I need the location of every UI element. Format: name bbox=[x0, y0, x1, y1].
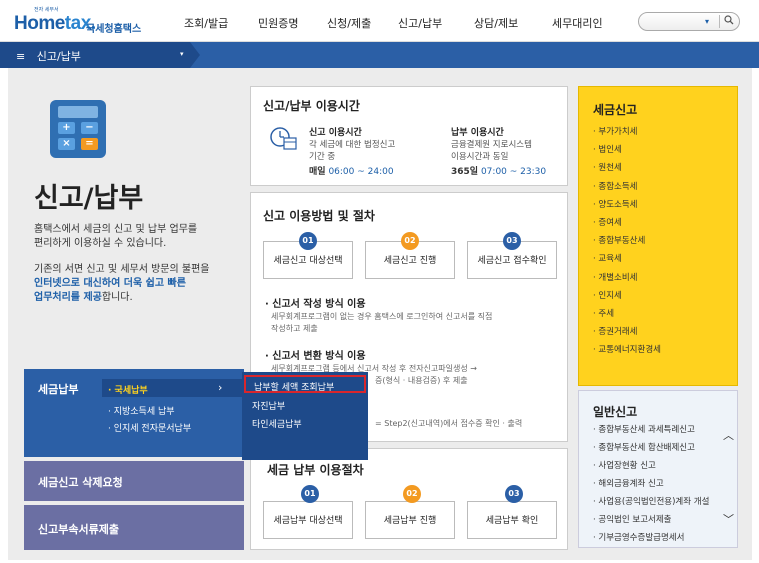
tax-report-item-excise[interactable]: · 개별소비세 bbox=[593, 271, 661, 289]
method-write-desc-2: 작성하고 제출 bbox=[271, 324, 318, 333]
submenu-other-payment[interactable]: 타인세금납부 bbox=[252, 417, 302, 430]
report-hours-desc-2: 기간 중 bbox=[309, 152, 336, 162]
step-number-badge: 01 bbox=[299, 232, 317, 250]
national-tax-submenu: 납부할 세액 조회납부 자진납부 타인세금납부 bbox=[242, 372, 368, 460]
method-write-title: · 신고서 작성 방식 이용 bbox=[265, 299, 366, 310]
tax-report-item-withholding[interactable]: · 원천세 bbox=[593, 161, 661, 179]
method-write-desc-1: 세무회계프로그램이 없는 경우 홈택스에 로그인하여 신고서를 직접 bbox=[271, 312, 493, 321]
method-convert-desc-2: 증(형식 · 내용검증) 후 제출 bbox=[375, 376, 468, 385]
step-number-badge: 03 bbox=[505, 485, 523, 503]
gnb-tax-agent[interactable]: 세무대리인 bbox=[552, 15, 603, 31]
payment-hours-desc-2: 이용시간과 동일 bbox=[451, 152, 509, 162]
tax-report-title: 세금신고 bbox=[593, 103, 638, 117]
tax-payment-title: 세금납부 bbox=[38, 383, 79, 396]
chevron-down-icon: ▾ bbox=[180, 50, 184, 58]
pay-step-select-target-button[interactable]: 세금납부 대상선택 bbox=[263, 501, 353, 539]
chevron-right-icon: › bbox=[218, 381, 223, 394]
tax-report-item-income[interactable]: · 종합소득세 bbox=[593, 180, 661, 198]
general-report-title: 일반신고 bbox=[593, 405, 638, 419]
step-number-badge: 02 bbox=[401, 232, 419, 250]
gnb-civil-certificate[interactable]: 민원증명 bbox=[258, 15, 298, 31]
section-selector[interactable]: ≡ 신고/납부 ▾ bbox=[0, 42, 200, 68]
general-report-panel: 일반신고 · 종합부동산세 과세특례신고 · 종합부동산세 합산배제신고 · 사… bbox=[578, 390, 738, 548]
tax-payment-menu: 세금납부 · 국세납부 › · 지방소득세 납부 · 인지세 전자문서납부 bbox=[24, 369, 244, 457]
page-title: 신고/납부 bbox=[34, 183, 144, 214]
tax-report-item-transfer[interactable]: · 양도소득세 bbox=[593, 198, 661, 216]
delete-request-menu[interactable]: 세금신고 삭제요청 bbox=[24, 461, 244, 501]
gnb-apply-submit[interactable]: 신청/제출 bbox=[327, 15, 371, 31]
tax-report-item-education[interactable]: · 교육세 bbox=[593, 252, 661, 270]
general-report-item[interactable]: · 기부금영수증발급명세서 bbox=[593, 531, 709, 547]
general-report-item[interactable]: · 사업용(공익법인전용)계좌 개설 bbox=[593, 495, 709, 513]
report-hours-time: 매일 06:00 ~ 24:00 bbox=[309, 167, 394, 177]
tax-report-item-stamp[interactable]: · 인지세 bbox=[593, 289, 661, 307]
chevron-up-icon[interactable]: ︿ bbox=[723, 427, 734, 443]
tax-report-item-gift[interactable]: · 증여세 bbox=[593, 216, 661, 234]
pay-step-progress-button[interactable]: 세금납부 진행 bbox=[365, 501, 455, 539]
logo-tagline: 전자 세무서 bbox=[34, 7, 59, 13]
section-label: 신고/납부 bbox=[36, 50, 81, 63]
intro-text-4: 인터넷으로 대신하여 더욱 쉽고 빠른 bbox=[34, 278, 186, 289]
menu-item-local-income-tax[interactable]: · 지방소득세 납부 bbox=[108, 404, 175, 417]
menu-item-stamp-tax-e-doc[interactable]: · 인지세 전자문서납부 bbox=[108, 421, 191, 434]
submenu-inquiry-payment[interactable]: 납부할 세액 조회납부 bbox=[254, 380, 334, 393]
tax-report-panel: 세금신고 · 부가가치세 · 법인세 · 원천세 · 종합소득세 · 양도소득세… bbox=[578, 86, 738, 386]
general-report-item[interactable]: · 해외금융계좌 신고 bbox=[593, 477, 709, 495]
general-report-item[interactable]: · 종합부동산세 과세특례신고 bbox=[593, 423, 709, 441]
general-report-item[interactable]: · 종합부동산세 합산배제신고 bbox=[593, 441, 709, 459]
payment-hours-time: 365일 07:00 ~ 23:30 bbox=[451, 167, 547, 177]
tax-report-item-securities[interactable]: · 증권거래세 bbox=[593, 325, 661, 343]
payment-hours-title: 납부 이용시간 bbox=[451, 128, 504, 138]
procedure-title: 신고 이용방법 및 절차 bbox=[263, 209, 375, 223]
gnb-inquiry-issue[interactable]: 조회/발급 bbox=[184, 15, 228, 31]
submenu-self-payment[interactable]: 자진납부 bbox=[252, 399, 285, 412]
step-number-badge: 02 bbox=[403, 485, 421, 503]
intro-text-5: 업무처리를 제공합니다. bbox=[34, 292, 133, 303]
payment-procedure-title: 세금 납부 이용절차 bbox=[267, 463, 364, 477]
general-report-item[interactable]: · 공익법인 보고서제출 bbox=[593, 513, 709, 531]
menu-item-national-tax-payment[interactable]: · 국세납부 › bbox=[102, 379, 244, 397]
payment-hours-desc-1: 금융결제원 지로시스템 bbox=[451, 140, 532, 150]
intro-text-2: 편리하게 이용하실 수 있습니다. bbox=[34, 238, 167, 249]
tax-report-item-corporate[interactable]: · 법인세 bbox=[593, 143, 661, 161]
chevron-down-icon[interactable]: ﹀ bbox=[723, 511, 734, 527]
intro-text-1: 홈택스에서 세금의 신고 및 납부 업무를 bbox=[34, 224, 198, 235]
logo-nts-text: 국세청홈택스 bbox=[86, 24, 142, 35]
report-hours-desc-1: 각 세금에 대한 법정신고 bbox=[309, 140, 396, 150]
pay-step-confirm-button[interactable]: 세금납부 확인 bbox=[467, 501, 557, 539]
general-report-item[interactable]: · 사업장현황 신고 bbox=[593, 459, 709, 477]
tax-report-item-transport-energy[interactable]: · 교통에너지환경세 bbox=[593, 343, 661, 361]
step-number-badge: 01 bbox=[301, 485, 319, 503]
tax-report-item-vat[interactable]: · 부가가치세 bbox=[593, 125, 661, 143]
gnb-consult-report[interactable]: 상담/제보 bbox=[474, 15, 518, 31]
logo-home-text: Hometax. bbox=[14, 13, 96, 34]
search-icon[interactable] bbox=[719, 15, 737, 28]
report-hours-title: 신고 이용시간 bbox=[309, 128, 362, 138]
top-bar: 전자 세무서 Hometax. 국세청홈택스 조회/발급 민원증명 신청/제출 … bbox=[0, 0, 759, 42]
step-number-badge: 03 bbox=[503, 232, 521, 250]
hours-card: 신고/납부 이용시간 신고 이용시간 각 세금에 대한 법정신고 기간 중 매일… bbox=[250, 86, 568, 186]
attach-docs-menu[interactable]: 신고부속서류제출 bbox=[24, 505, 244, 550]
gnb-report-pay[interactable]: 신고/납부 bbox=[398, 15, 442, 31]
sub-nav-bar: ≡ 신고/납부 ▾ bbox=[0, 42, 759, 68]
payment-procedure-card: 세금 납부 이용절차 세금납부 대상선택 세금납부 진행 세금납부 확인 01 … bbox=[250, 448, 568, 550]
method-receipt-desc: = Step2(신고내역)에서 접수증 확인 · 출력 bbox=[375, 419, 523, 428]
tax-report-item-comprehensive-real-estate[interactable]: · 종합부동산세 bbox=[593, 234, 661, 252]
method-convert-title: · 신고서 변환 방식 이용 bbox=[265, 351, 366, 362]
intro-text-3: 기존의 서면 신고 및 세무서 방문의 불편을 bbox=[34, 264, 210, 275]
hours-title: 신고/납부 이용시간 bbox=[263, 99, 360, 113]
search-dropdown-icon[interactable]: ▾ bbox=[705, 17, 709, 26]
tax-report-item-liquor[interactable]: · 주세 bbox=[593, 307, 661, 325]
scrollbar[interactable]: ︿ ﹀ bbox=[723, 427, 735, 527]
clock-calendar-icon bbox=[269, 125, 297, 154]
calculator-icon: + − × = bbox=[50, 100, 106, 158]
menu-icon: ≡ bbox=[16, 50, 26, 63]
search-box[interactable]: ▾ bbox=[638, 12, 740, 31]
